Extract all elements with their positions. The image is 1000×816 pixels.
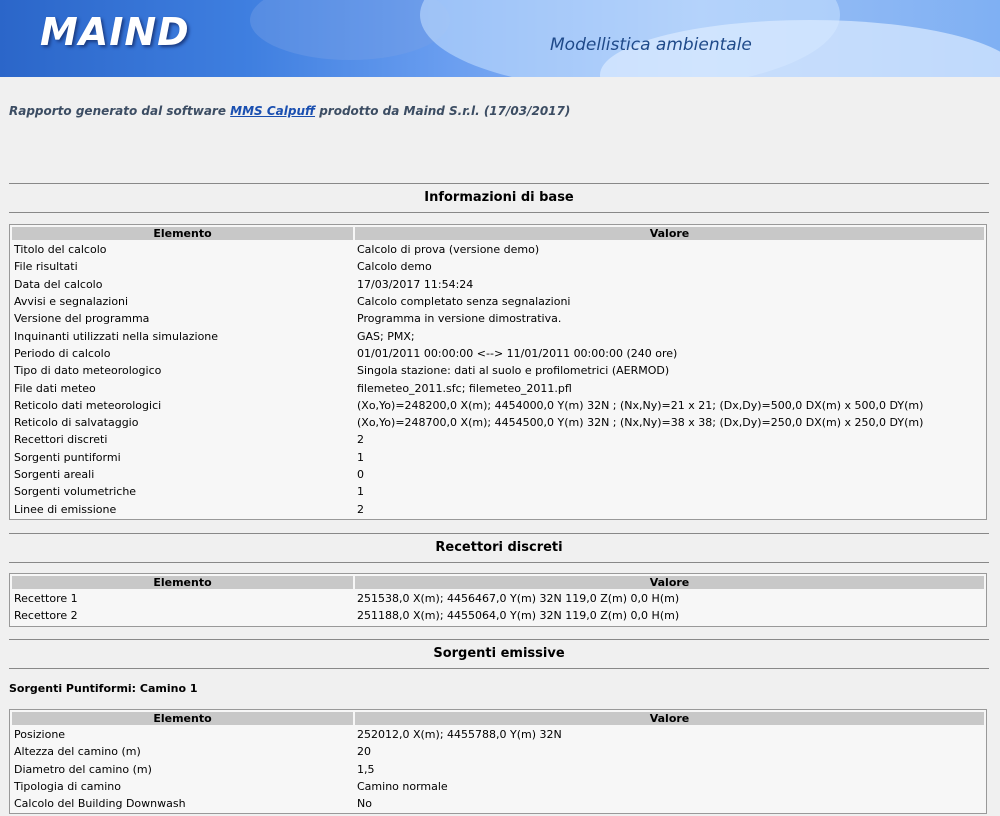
table-row: Sorgenti volumetriche 1 — [12, 484, 984, 499]
cell-value: (Xo,Yo)=248700,0 X(m); 4454500,0 Y(m) 32… — [357, 416, 924, 430]
cell-element: Titolo del calcolo — [14, 243, 107, 257]
cell-value: 2 — [357, 433, 364, 447]
cell-element: Avvisi e segnalazioni — [14, 295, 129, 309]
table-row: Diametro del camino (m) 1,5 — [12, 762, 984, 777]
cell-element: Posizione — [14, 728, 66, 742]
cell-element: Recettore 2 — [14, 609, 78, 623]
point-source-subtitle: Sorgenti Puntiformi: Camino 1 — [9, 682, 198, 695]
column-header-value: Valore — [355, 576, 984, 589]
table-row: Recettori discreti 2 — [12, 432, 984, 447]
cell-value: 1,5 — [357, 762, 375, 776]
cell-element: Tipologia di camino — [14, 780, 122, 794]
cell-element: Sorgenti areali — [14, 468, 95, 481]
cell-value: Calcolo completato senza segnalazioni — [357, 295, 571, 309]
cell-value: No — [357, 797, 372, 811]
table-row: Avvisi e segnalazioni Calcolo completato … — [12, 294, 984, 309]
cell-value: 2 — [357, 502, 364, 516]
table-row: Altezza del camino (m) 20 — [12, 744, 984, 759]
column-header-value: Valore — [355, 712, 984, 725]
column-header-element: Elemento — [12, 227, 353, 240]
table-row: Sorgenti areali 0 — [12, 467, 984, 482]
tagline: Modellistica ambientale — [550, 35, 752, 55]
receptors-table: Elemento Valore Recettore 1 251538,0 X(m)… — [9, 573, 987, 627]
table-row: Calcolo del Building Downwash No — [12, 796, 984, 811]
column-header-element: Elemento — [12, 712, 353, 725]
column-header-element: Elemento — [12, 576, 353, 589]
point-source-table: Elemento Valore Posizione 252012,0 X(m); … — [9, 709, 987, 815]
cell-element: Reticolo dati meteorologici — [14, 398, 162, 412]
table-row: Reticolo di salvataggio (Xo,Yo)=248700,0 … — [12, 415, 984, 430]
cell-element: Versione del programma — [14, 312, 150, 326]
cell-element: Sorgenti puntiformi — [14, 450, 121, 464]
cell-element: File risultati — [14, 260, 78, 274]
cell-value: 17/03/2017 11:54:24 — [357, 277, 474, 291]
cell-element: Altezza del camino (m) — [14, 745, 141, 759]
section-title-base: Informazioni di base — [9, 183, 989, 213]
header-banner: MAIND Modellistica ambientale — [0, 0, 1000, 77]
cell-element: Calcolo del Building Downwash — [14, 797, 186, 811]
table-row: Linee di emissione 2 — [12, 501, 984, 516]
cell-element: Recettori discreti — [14, 433, 108, 447]
cell-value: (Xo,Yo)=248200,0 X(m); 4454000,0 Y(m) 32… — [357, 398, 924, 412]
cell-value: Calcolo demo — [357, 260, 432, 274]
cell-element: Inquinanti utilizzati nella simulazione — [14, 329, 219, 343]
table-row: Data del calcolo 17/03/2017 11:54:24 — [12, 277, 984, 292]
base-info-table: Elemento Valore Titolo del calcolo Calcol… — [9, 224, 987, 520]
maind-logo: MAIND — [40, 10, 190, 54]
cell-element: Linee di emissione — [14, 502, 117, 516]
cell-value: 0 — [357, 468, 364, 481]
cell-element: Data del calcolo — [14, 277, 103, 291]
table-row: File dati meteo filemeteo_2011.sfc; filem… — [12, 380, 984, 395]
report-prefix: Rapporto generato dal software — [9, 104, 231, 118]
table-row: Posizione 252012,0 X(m); 4455788,0 Y(m) 3… — [12, 727, 984, 742]
table-row: Reticolo dati meteorologici (Xo,Yo)=24820… — [12, 398, 984, 413]
cell-element: Periodo di calcolo — [14, 346, 111, 360]
table-row: Recettore 1 251538,0 X(m); 4456467,0 Y(m)… — [12, 591, 984, 606]
report-suffix: prodotto da Maind S.r.l. (17/03/2017) — [315, 104, 571, 118]
cell-value: 20 — [357, 745, 371, 759]
table-row: Recettore 2 251188,0 X(m); 4455064,0 Y(m)… — [12, 608, 984, 623]
cell-element: Recettore 1 — [14, 592, 78, 606]
section-title-sources: Sorgenti emissive — [9, 639, 989, 669]
table-row: Tipologia di camino Camino normale — [12, 779, 984, 794]
cell-element: Reticolo di salvataggio — [14, 416, 139, 430]
table-row: File risultati Calcolo demo — [12, 259, 984, 274]
cell-element: Tipo di dato meteorologico — [14, 364, 162, 378]
cell-value: Camino normale — [357, 780, 448, 794]
cell-value: 01/01/2011 00:00:00 <--> 11/01/2011 00:0… — [357, 346, 678, 360]
section-title-receptors: Recettori discreti — [9, 533, 989, 563]
cell-value: 1 — [357, 450, 364, 464]
cell-value: Calcolo di prova (versione demo) — [357, 243, 540, 257]
table-row: Versione del programma Programma in versi… — [12, 311, 984, 326]
cell-element: File dati meteo — [14, 381, 96, 395]
cell-value: 251538,0 X(m); 4456467,0 Y(m) 32N 119,0 … — [357, 592, 680, 606]
table-row: Sorgenti puntiformi 1 — [12, 450, 984, 465]
cell-element: Sorgenti volumetriche — [14, 485, 137, 499]
column-header-value: Valore — [355, 227, 984, 240]
software-link[interactable]: MMS Calpuff — [230, 104, 315, 118]
table-row: Titolo del calcolo Calcolo di prova (vers… — [12, 242, 984, 257]
cell-element: Diametro del camino (m) — [14, 762, 152, 776]
cell-value: 252012,0 X(m); 4455788,0 Y(m) 32N — [357, 728, 562, 742]
table-row: Tipo di dato meteorologico Singola stazio… — [12, 363, 984, 378]
cell-value: Singola stazione: dati al suolo e profil… — [357, 364, 670, 378]
cell-value: filemeteo_2011.sfc; filemeteo_2011.pfl — [357, 381, 572, 395]
table-row: Periodo di calcolo 01/01/2011 00:00:00 <-… — [12, 346, 984, 361]
table-row: Inquinanti utilizzati nella simulazione G… — [12, 328, 984, 343]
cell-value: 1 — [357, 485, 364, 499]
report-info: Rapporto generato dal software MMS Calpu… — [9, 104, 570, 118]
cell-value: 251188,0 X(m); 4455064,0 Y(m) 32N 119,0 … — [357, 609, 680, 623]
cell-value: Programma in versione dimostrativa. — [357, 312, 562, 326]
cell-value: GAS; PMX; — [357, 329, 415, 343]
